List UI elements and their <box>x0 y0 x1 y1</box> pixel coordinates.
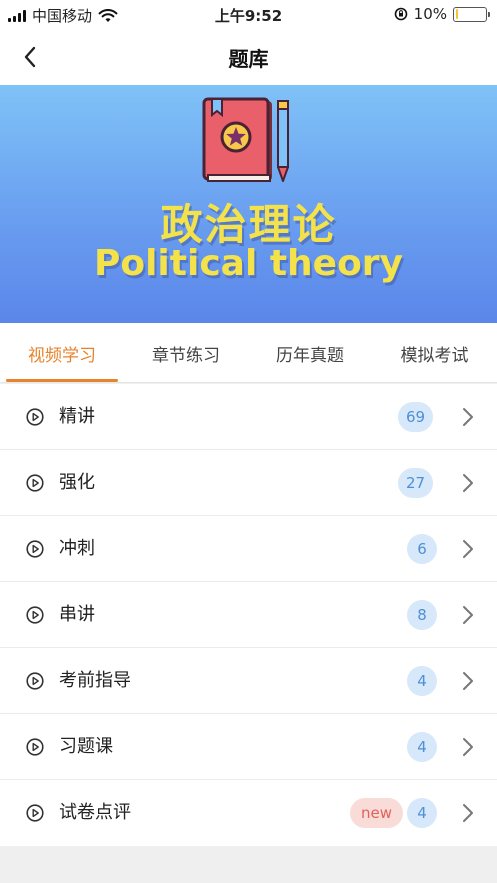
new-badge: new <box>350 798 404 828</box>
video-list: 精讲 69 强化 27 冲刺 6 串讲 8 考前指导 4 习题课 4 试卷点评 … <box>0 384 497 846</box>
count-badge: 4 <box>407 732 437 762</box>
list-item-kaoqian-zhidao[interactable]: 考前指导 4 <box>0 648 497 714</box>
tab-mock-exam[interactable]: 模拟考试 <box>372 323 497 383</box>
list-item-qianghua[interactable]: 强化 27 <box>0 450 497 516</box>
play-circle-icon <box>26 738 44 756</box>
count-badge: 4 <box>407 666 437 696</box>
book-pencil-icon <box>202 97 289 182</box>
count-badge: 6 <box>407 534 437 564</box>
list-item-chongci[interactable]: 冲刺 6 <box>0 516 497 582</box>
list-item-shijuan-dianping[interactable]: 试卷点评 new 4 <box>0 780 497 846</box>
list-item-label: 习题课 <box>59 736 113 757</box>
play-circle-icon <box>26 408 44 426</box>
count-badge: 4 <box>407 798 437 828</box>
play-circle-icon <box>26 606 44 624</box>
navigation-bar: 题库 <box>0 28 497 85</box>
play-circle-icon <box>26 540 44 558</box>
chevron-right-icon <box>463 738 473 756</box>
tab-bar: 视频学习 章节练习 历年真题 模拟考试 <box>0 323 497 383</box>
list-item-label: 考前指导 <box>59 670 131 691</box>
play-circle-icon <box>26 474 44 492</box>
count-badge: 27 <box>398 468 434 498</box>
list-item-chuanjiang[interactable]: 串讲 8 <box>0 582 497 648</box>
tab-past-exams[interactable]: 历年真题 <box>248 323 372 383</box>
list-item-label: 串讲 <box>59 604 95 625</box>
list-item-label: 精讲 <box>59 406 95 427</box>
chevron-right-icon <box>463 804 473 822</box>
count-badge: 69 <box>398 402 434 432</box>
play-circle-icon <box>26 804 44 822</box>
rotation-lock-icon <box>394 7 407 21</box>
chevron-right-icon <box>463 540 473 558</box>
list-item-label: 强化 <box>59 472 95 493</box>
tab-chapter-practice[interactable]: 章节练习 <box>124 323 248 383</box>
status-right: 10% <box>394 5 490 23</box>
active-tab-indicator <box>6 379 118 382</box>
list-item-jingjiang[interactable]: 精讲 69 <box>0 384 497 450</box>
banner-title-english: Political theory <box>93 243 404 284</box>
battery-fill <box>455 9 459 19</box>
list-item-xitike[interactable]: 习题课 4 <box>0 714 497 780</box>
chevron-right-icon <box>463 672 473 690</box>
count-badge: 8 <box>407 600 437 630</box>
subject-banner: 政治理论 Political theory <box>0 85 497 323</box>
list-item-label: 试卷点评 <box>59 802 131 823</box>
tab-video-study[interactable]: 视频学习 <box>0 323 124 383</box>
page-title: 题库 <box>228 47 269 71</box>
status-bar: 中国移动 上午9:52 10% <box>0 0 497 28</box>
chevron-right-icon <box>463 474 473 492</box>
battery-icon <box>453 6 490 22</box>
chevron-right-icon <box>463 408 473 426</box>
list-item-label: 冲刺 <box>59 538 95 559</box>
chevron-right-icon <box>463 606 473 624</box>
play-circle-icon <box>26 672 44 690</box>
battery-percent: 10% <box>413 5 447 23</box>
